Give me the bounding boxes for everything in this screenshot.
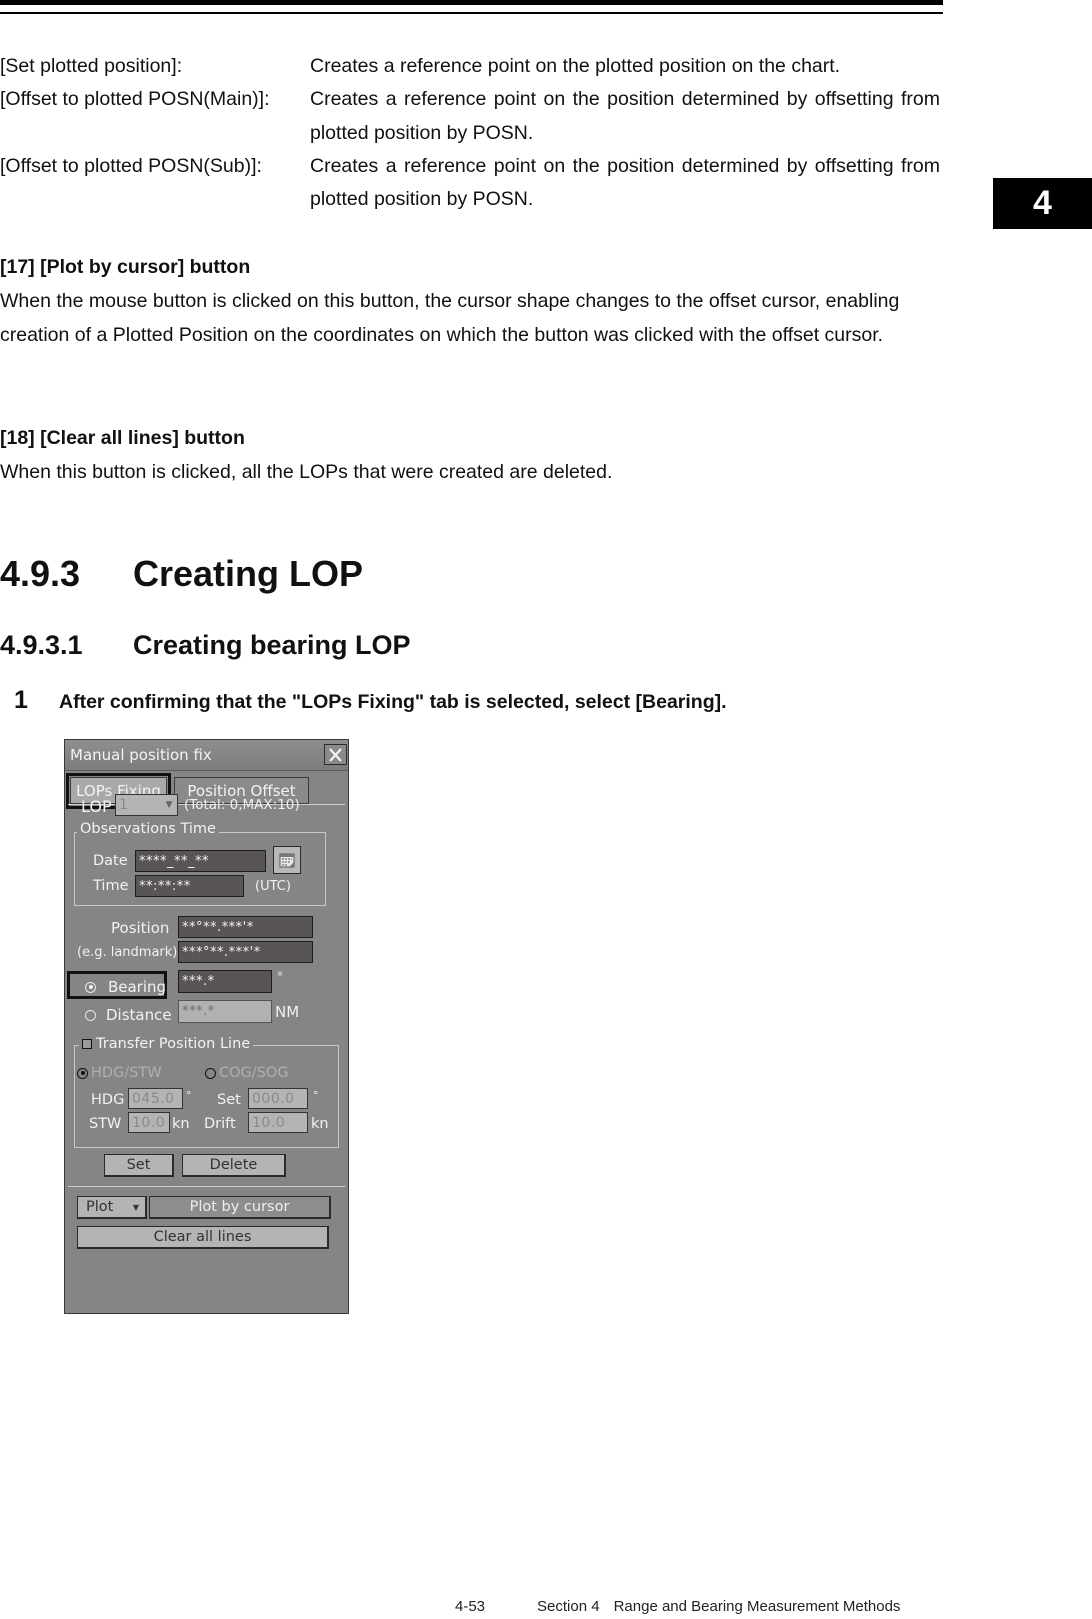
item-18-body: When this button is clicked, all the LOP… (0, 461, 613, 483)
position-label: Position (111, 919, 170, 937)
plot-dropdown-label: Plot (86, 1199, 114, 1215)
observations-time-title: Observations Time (77, 821, 219, 837)
subsection-heading: 4.9.3.1 Creating bearing LOP (0, 630, 411, 661)
item-17-heading: [17] [Plot by cursor] button (0, 256, 251, 278)
hdg-field[interactable]: 045.0 (128, 1088, 183, 1109)
lop-select-value: 1 (119, 797, 129, 813)
plot-dropdown[interactable]: Plot ▼ (77, 1196, 147, 1219)
transfer-checkbox[interactable] (82, 1039, 92, 1049)
drift-label: Drift (204, 1116, 236, 1132)
definition-desc: Creates a reference point on the positio… (310, 88, 940, 144)
step-number: 1 (14, 686, 28, 714)
item-17-block: [17] [Plot by cursor] button When the mo… (0, 250, 940, 352)
set-unit: ° (313, 1089, 319, 1102)
footer-section: Section 4 (537, 1598, 600, 1615)
bearing-field[interactable]: ***.* (178, 970, 272, 993)
position-sublabel: (e.g. landmark) (77, 945, 178, 960)
item-17-body: When the mouse button is clicked on this… (0, 290, 900, 346)
bearing-radio[interactable] (85, 981, 96, 993)
definition-term: [Offset to plotted POSN(Sub)]: (0, 154, 262, 177)
definition-term: [Offset to plotted POSN(Main)]: (0, 88, 270, 111)
hdg-label: HDG (91, 1092, 125, 1108)
definition-term: [Set plotted position]: (0, 55, 183, 77)
stw-label: STW (89, 1116, 122, 1132)
transfer-position-line-title[interactable]: Transfer Position Line (79, 1036, 254, 1052)
cog-sog-radio[interactable] (205, 1067, 216, 1079)
definition-list: [Set plotted position]: Creates a refere… (0, 50, 940, 216)
position-lat-field[interactable]: **°**.***'* (178, 916, 313, 938)
header-rule-thin (0, 12, 943, 14)
page-footer: 4-53 Section 4 Range and Bearing Measureme… (455, 1598, 900, 1615)
definition-row: [Offset to plotted POSN(Sub)]: Creates a… (0, 150, 940, 217)
stw-field[interactable]: 10.0 (128, 1112, 170, 1133)
panel-separator (68, 1186, 345, 1187)
chevron-down-icon: ▼ (132, 1202, 139, 1212)
bearing-unit: ° (277, 970, 283, 984)
drift-field[interactable]: 10.0 (248, 1112, 308, 1133)
transfer-title-text: Transfer Position Line (96, 1036, 251, 1052)
hdg-stw-radio[interactable] (77, 1067, 88, 1079)
item-18-heading: [18] [Clear all lines] button (0, 427, 245, 449)
set-label: Set (217, 1092, 241, 1108)
definition-desc: Creates a reference point on the positio… (310, 154, 940, 211)
subsection-title: Creating bearing LOP (133, 630, 411, 660)
position-lon-field[interactable]: ***°**.***'* (178, 941, 313, 963)
definition-desc: Creates a reference point on the plotted… (310, 55, 841, 77)
set-button[interactable]: Set (104, 1154, 174, 1177)
chapter-tab: 4 (993, 178, 1092, 229)
hdg-stw-radio-option[interactable]: HDG/STW (77, 1065, 162, 1081)
stw-unit: kn (172, 1116, 190, 1132)
distance-unit: NM (275, 1003, 300, 1021)
cog-sog-radio-option[interactable]: COG/SOG (205, 1065, 289, 1081)
time-label: Time (93, 878, 129, 894)
section-heading: 4.9.3 Creating LOP (0, 553, 363, 595)
utc-label: (UTC) (255, 879, 291, 894)
time-field[interactable]: **:**:** (135, 875, 244, 897)
date-field[interactable]: ****_**_** (135, 850, 266, 872)
header-rule-thick (0, 0, 943, 5)
distance-radio-option[interactable]: Distance (85, 1006, 172, 1024)
definition-row: [Offset to plotted POSN(Main)]: Creates … (0, 83, 940, 150)
panel-title: Manual position fix (70, 746, 212, 764)
panel-titlebar[interactable]: Manual position fix (65, 740, 348, 771)
close-button[interactable] (324, 744, 347, 765)
close-x-icon (329, 747, 342, 762)
bearing-label: Bearing (108, 978, 167, 996)
definition-row: [Set plotted position]: Creates a refere… (0, 50, 940, 83)
step-text: After confirming that the "LOPs Fixing" … (59, 691, 727, 713)
delete-button[interactable]: Delete (182, 1154, 286, 1177)
calendar-button[interactable] (273, 846, 301, 874)
drift-unit: kn (311, 1116, 329, 1132)
date-label: Date (93, 853, 128, 869)
distance-field[interactable]: ***.* (178, 1000, 272, 1023)
clear-all-lines-button[interactable]: Clear all lines (77, 1226, 329, 1249)
section-title: Creating LOP (133, 553, 364, 594)
hdg-stw-label: HDG/STW (91, 1065, 162, 1081)
lop-label: LOP (81, 797, 112, 816)
plot-by-cursor-button[interactable]: Plot by cursor (149, 1196, 331, 1219)
calendar-icon (279, 853, 295, 868)
chevron-down-icon: ▼ (165, 800, 173, 810)
hdg-unit: ° (186, 1089, 192, 1102)
step-1: 1 After confirming that the "LOPs Fixing… (14, 686, 727, 715)
set-field[interactable]: 000.0 (248, 1088, 308, 1109)
bearing-radio-option[interactable]: Bearing (85, 978, 166, 996)
lop-total-text: (Total: 0,MAX:10) (184, 797, 300, 813)
distance-radio[interactable] (85, 1009, 96, 1021)
distance-label: Distance (106, 1006, 172, 1024)
item-18-block: [18] [Clear all lines] button When this … (0, 421, 940, 489)
section-number: 4.9.3 (0, 553, 81, 594)
subsection-number: 4.9.3.1 (0, 630, 83, 660)
lop-select[interactable]: 1 ▼ (115, 794, 178, 816)
manual-position-fix-panel: Manual position fix LOPs Fixing Position… (64, 739, 349, 1314)
footer-title: Range and Bearing Measurement Methods (613, 1598, 901, 1615)
cog-sog-label: COG/SOG (219, 1065, 289, 1081)
footer-page-number: 4-53 (455, 1598, 486, 1615)
